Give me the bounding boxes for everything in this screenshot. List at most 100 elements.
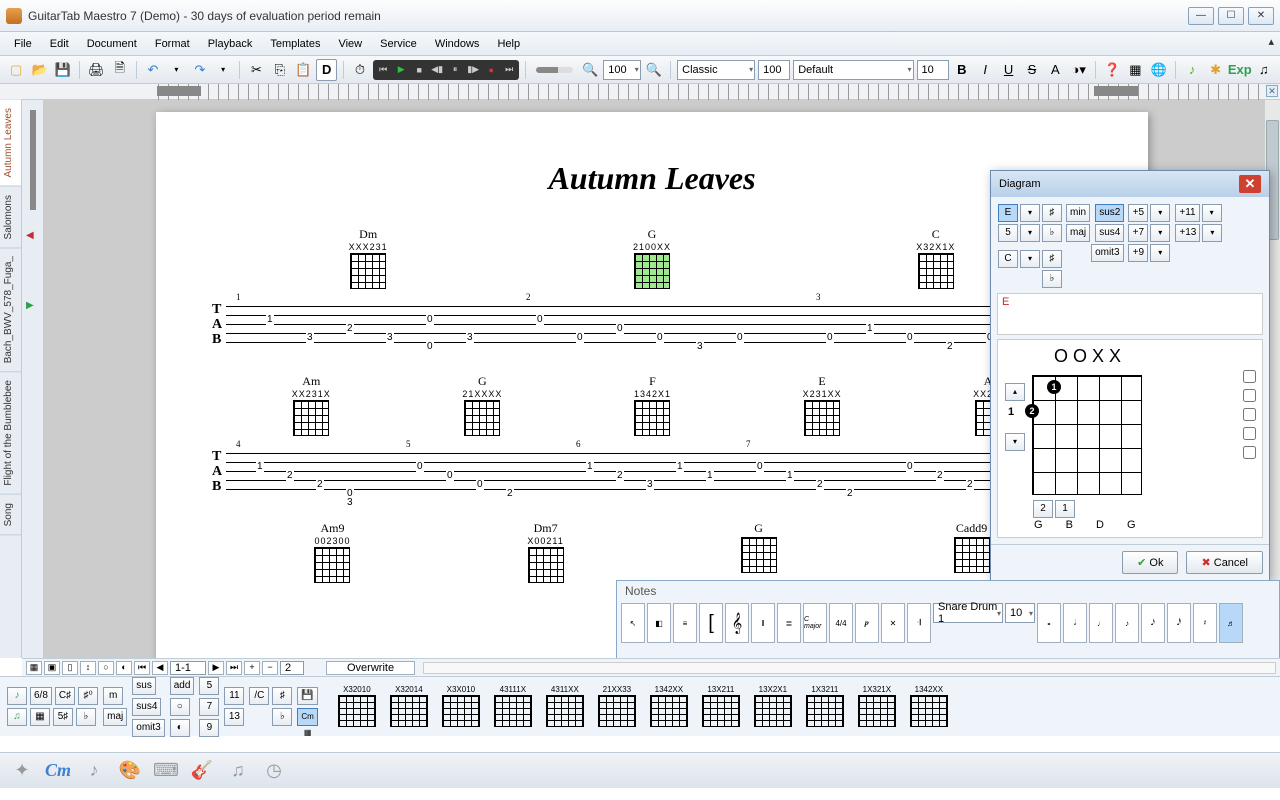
chord-box[interactable]: F1342X1 [634,374,671,437]
cp-note-icon[interactable]: ♪ [7,687,27,705]
chord-box[interactable]: AmXX231X [292,374,331,437]
maximize-button[interactable]: ☐ [1218,7,1244,25]
pos-field[interactable]: 2 [280,661,304,675]
add-icon[interactable]: + [244,661,260,675]
step-back-icon[interactable]: ◀▮ [428,61,446,79]
sixteenth-note-icon[interactable]: 𝅘𝅥𝅯 [1141,603,1165,643]
barline-icon[interactable]: ‖ [751,603,775,643]
metronome-icon[interactable]: ⏱ [350,59,370,81]
step-fwd-icon[interactable]: ▮▶ [464,61,482,79]
cp-grid-icon[interactable]: ▦ [30,708,50,726]
opt-check-4[interactable] [1243,427,1256,440]
opt-check-2[interactable] [1243,389,1256,402]
sharp-button[interactable]: ♯ [1042,204,1062,222]
redo-drop-icon[interactable]: ▾ [213,59,233,81]
ruler-close-icon[interactable]: ✕ [1266,85,1278,97]
redo-icon[interactable]: ↷ [190,59,210,81]
whole-note-icon[interactable]: 𝅝 [1037,603,1061,643]
sb2[interactable]: ▣ [44,661,60,675]
close-button[interactable]: ✕ [1248,7,1274,25]
root-note[interactable]: E [998,204,1018,222]
key-icon[interactable]: C major [803,603,827,643]
menu-view[interactable]: View [330,36,370,52]
chord-variant[interactable]: 21XX33 [592,685,642,728]
chord-box[interactable]: G21XXXX [462,374,502,437]
stop-icon[interactable]: ■ [410,61,428,79]
underline-icon[interactable]: U [998,59,1018,81]
sb3[interactable]: ▯ [62,661,78,675]
repeat-icon[interactable]: 𝄇 [907,603,931,643]
zoom-field[interactable]: 100▾ [603,60,641,80]
tab-staff[interactable]: TAB 1 2 3 1 3 2 3 0 0 3 0 0 0 0 3 [226,296,1078,360]
tempo-slider[interactable] [536,67,573,73]
prev-icon[interactable]: ◀ [152,661,168,675]
menu-help[interactable]: Help [489,36,528,52]
eq-icon[interactable]: ♫ [1254,59,1274,81]
forward-icon[interactable]: ⏭ [500,61,518,79]
sb4[interactable]: ↕ [80,661,96,675]
staff-icon[interactable]: ≣ [777,603,801,643]
marker-icon[interactable]: ◀ [26,230,34,241]
fret-up-icon[interactable]: ▴ [1005,383,1025,401]
bass-note[interactable]: C [998,250,1018,268]
record-icon[interactable]: ● [482,61,500,79]
midi-icon[interactable]: ♫ [224,757,252,785]
tab-salomons[interactable]: Salomons [0,187,21,248]
menu-windows[interactable]: Windows [427,36,488,52]
cp-chord-icon[interactable]: ♫ [7,708,27,726]
chord-variant[interactable]: X32010 [332,685,382,728]
chord-variant[interactable]: X3X010 [436,685,486,728]
eraser-icon[interactable]: ◧ [647,603,671,643]
chord-box[interactable]: EX231XX [803,374,842,437]
time-sig-icon[interactable]: 4/4 [829,603,853,643]
help-icon[interactable]: ❓ [1102,59,1122,81]
quarter-note-icon[interactable]: ♩ [1089,603,1113,643]
cursor-tool-icon[interactable]: ↖ [621,603,645,643]
minimize-button[interactable]: — [1188,7,1214,25]
menu-file[interactable]: File [6,36,40,52]
color-icon[interactable]: ◑▾ [1069,59,1089,81]
cm-icon[interactable]: Cm [44,757,72,785]
font-a-icon[interactable]: A [1045,59,1065,81]
thirtysecond-note-icon[interactable]: 𝅘𝅥𝅰 [1167,603,1191,643]
sb5[interactable]: ○ [98,661,114,675]
ruler[interactable]: ✕ [0,84,1280,100]
cp-flat[interactable]: ♭ [76,708,96,726]
collapse-icon[interactable]: ▴ [1268,35,1274,48]
half-note-icon[interactable]: 𝅗𝅥 [1063,603,1087,643]
chord-box[interactable]: Dm7X00211 [527,521,563,584]
menu-document[interactable]: Document [79,36,145,52]
font-combo[interactable]: Default▾ [793,60,913,80]
articulation-icon[interactable]: ✕ [881,603,905,643]
chord-variant[interactable]: 13X211 [696,685,746,728]
diagram-close-button[interactable]: ✕ [1239,175,1261,193]
menu-edit[interactable]: Edit [42,36,77,52]
chord-variant[interactable]: X32014 [384,685,434,728]
strike-icon[interactable]: S [1022,59,1042,81]
instrument-combo[interactable]: Snare Drum 1▾ [933,603,1003,623]
guitar-icon[interactable]: 🎸 [188,757,216,785]
pause-icon[interactable]: ⏸ [446,61,464,79]
clock-icon[interactable]: ◷ [260,757,288,785]
selected-duration-icon[interactable]: ♬ [1219,603,1243,643]
chord-box[interactable]: G2100XX [633,227,671,290]
bass-fret[interactable]: 5 [998,224,1018,242]
cm-chord-icon[interactable]: Cm▦ [297,708,317,726]
cancel-button[interactable]: ✖ Cancel [1186,551,1263,574]
eighth-note-icon[interactable]: ♪ [1115,603,1139,643]
cp-5[interactable]: 5♯ [53,708,73,726]
expr-icon[interactable]: Exp [1229,59,1251,81]
notesize-combo[interactable]: 10▾ [1005,603,1035,623]
palette-icon[interactable]: 🎨 [116,757,144,785]
new-icon[interactable]: ▢ [6,59,26,81]
tools-icon[interactable]: ✦ [8,757,36,785]
bold-icon[interactable]: B [952,59,972,81]
chord-variant[interactable]: 1X3211 [800,685,850,728]
chord-variant[interactable]: 1342XX [644,685,694,728]
zoom-out-icon[interactable]: 🔍 [580,59,600,81]
chord-name-input[interactable]: E [997,293,1263,335]
measure-field[interactable]: 1-1 [170,661,206,675]
opt-check-5[interactable] [1243,446,1256,459]
opt-check-3[interactable] [1243,408,1256,421]
play-marker-icon[interactable]: ▶ [26,300,34,311]
